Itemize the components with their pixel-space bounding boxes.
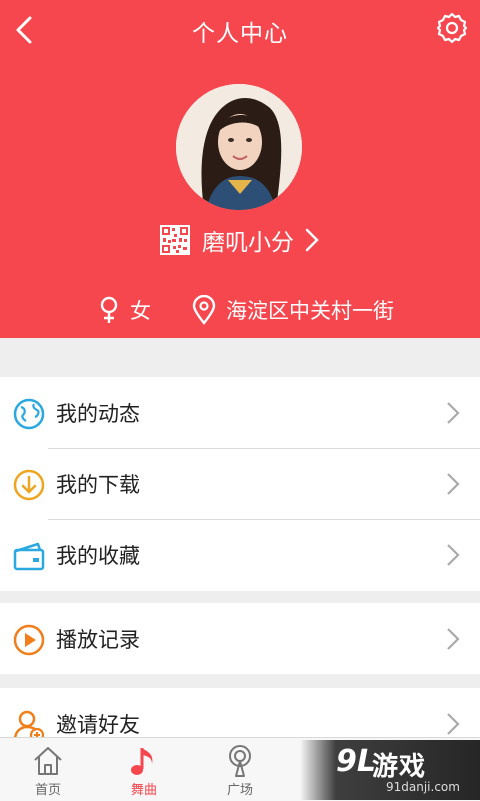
home-icon — [34, 747, 62, 775]
chevron-right-icon — [305, 228, 319, 252]
play-icon — [13, 624, 45, 656]
tab-home[interactable]: 首页 — [0, 738, 96, 801]
chevron-right-icon — [447, 402, 460, 424]
female-icon — [100, 296, 118, 323]
watermark-text: 游戏 — [372, 752, 427, 782]
avatar[interactable] — [176, 84, 302, 210]
profile-info-row: 女 海淀区中关村一街 — [0, 292, 480, 328]
menu-group-1: 我的动态 我的下载 我的收藏 — [0, 377, 480, 591]
gender-label: 女 — [130, 299, 151, 323]
site-watermark: 9L 游戏 91danji.com — [300, 740, 480, 800]
menu-label: 邀请好友 — [56, 712, 140, 737]
wallet-icon — [13, 542, 45, 571]
tab-plaza[interactable]: 广场 — [192, 738, 288, 801]
location-pin-icon — [192, 295, 216, 325]
menu-label: 我的收藏 — [56, 543, 140, 568]
menu-item-my-posts[interactable]: 我的动态 — [0, 377, 480, 448]
menu-item-my-downloads[interactable]: 我的下载 — [0, 448, 480, 519]
chevron-right-icon — [447, 713, 460, 735]
download-icon — [13, 469, 45, 501]
menu-label: 我的动态 — [56, 401, 140, 426]
gender-info: 女 — [98, 295, 151, 325]
profile-header: 个人中心 磨叽小分 女 海淀区中关村一街 — [0, 0, 480, 338]
music-note-icon — [131, 748, 153, 775]
profile-name: 磨叽小分 — [202, 230, 294, 256]
add-user-icon — [14, 710, 45, 737]
settings-button[interactable] — [434, 10, 470, 46]
menu-group-3: 邀请好友 — [0, 688, 480, 737]
location-label: 海淀区中关村一街 — [226, 299, 394, 323]
menu-group-2: 播放记录 — [0, 603, 480, 674]
menu-item-my-favorites[interactable]: 我的收藏 — [0, 519, 480, 590]
menu-label: 我的下载 — [56, 472, 140, 497]
tab-label: 广场 — [226, 783, 253, 798]
chevron-right-icon — [447, 544, 460, 566]
chevron-right-icon — [447, 473, 460, 495]
tab-dance-music[interactable]: 舞曲 — [96, 738, 192, 801]
broadcast-icon — [229, 745, 251, 777]
avatar-photo — [176, 84, 302, 210]
location-info: 海淀区中关村一街 — [192, 295, 394, 325]
chevron-right-icon — [447, 628, 460, 650]
menu-item-invite-friends[interactable]: 邀请好友 — [0, 688, 480, 737]
menu-item-play-history[interactable]: 播放记录 — [0, 603, 480, 674]
watermark-logo: 9L — [336, 744, 376, 779]
qr-code-icon[interactable] — [160, 225, 190, 255]
watermark-url: 91danji.com — [386, 780, 460, 794]
menu-label: 播放记录 — [56, 627, 140, 652]
page-title: 个人中心 — [192, 21, 288, 47]
tab-label: 舞曲 — [130, 783, 157, 798]
gear-icon — [436, 12, 468, 44]
profile-name-row[interactable]: 磨叽小分 — [0, 222, 480, 258]
tab-label: 首页 — [34, 783, 61, 798]
globe-icon — [13, 398, 45, 430]
